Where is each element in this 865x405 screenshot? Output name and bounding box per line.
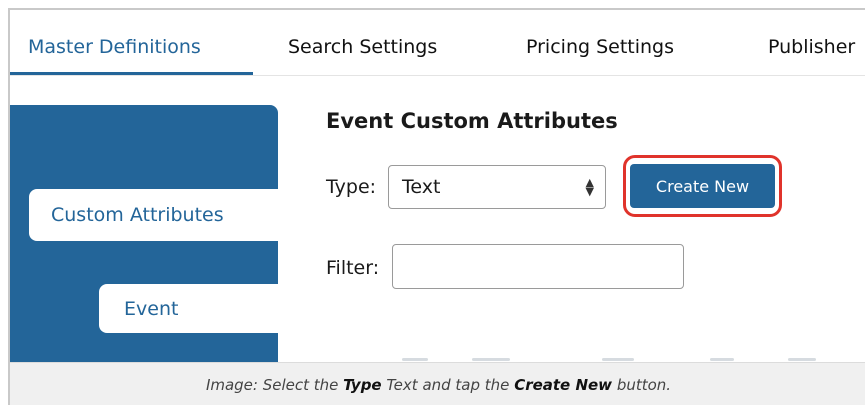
tab-publisher[interactable]: Publisher bbox=[768, 36, 855, 58]
caption-create-word: Create New bbox=[514, 376, 613, 394]
type-label: Type: bbox=[326, 176, 377, 198]
sidebar-item-label: Event bbox=[124, 297, 179, 320]
tab-search-settings[interactable]: Search Settings bbox=[288, 36, 437, 58]
caption-middle: Text and tap the bbox=[381, 376, 515, 394]
tab-master-definitions[interactable]: Master Definitions bbox=[28, 36, 201, 58]
create-new-button[interactable]: Create New bbox=[630, 164, 775, 208]
tab-pricing-settings[interactable]: Pricing Settings bbox=[526, 36, 674, 58]
sidebar: Custom Attributes Event bbox=[10, 105, 278, 405]
sidebar-item-label: Custom Attributes bbox=[51, 204, 224, 226]
partial-content-line bbox=[788, 358, 816, 361]
partial-content-line bbox=[472, 358, 510, 361]
tab-bar: Master Definitions Search Settings Prici… bbox=[10, 10, 865, 76]
caption-type-word: Type bbox=[343, 376, 382, 394]
caption-prefix: Image: Select the bbox=[205, 376, 344, 394]
page-title: Event Custom Attributes bbox=[326, 109, 618, 133]
sidebar-item-event[interactable]: Event bbox=[99, 284, 278, 333]
filter-label: Filter: bbox=[326, 257, 380, 279]
tab-divider bbox=[10, 75, 865, 76]
partial-content-line bbox=[402, 358, 428, 361]
partial-content-line bbox=[602, 358, 634, 361]
type-select[interactable]: Text ▲ ▼ bbox=[388, 165, 606, 209]
image-caption: Image: Select the Type Text and tap the … bbox=[10, 362, 865, 405]
partial-content-line bbox=[710, 358, 734, 361]
sidebar-item-custom-attributes[interactable]: Custom Attributes bbox=[29, 189, 278, 241]
caption-suffix: button. bbox=[612, 376, 672, 394]
select-arrows-icon: ▲ ▼ bbox=[585, 176, 594, 198]
type-select-value: Text bbox=[402, 176, 441, 198]
filter-input[interactable] bbox=[392, 244, 684, 289]
app-frame: Master Definitions Search Settings Prici… bbox=[8, 8, 865, 405]
